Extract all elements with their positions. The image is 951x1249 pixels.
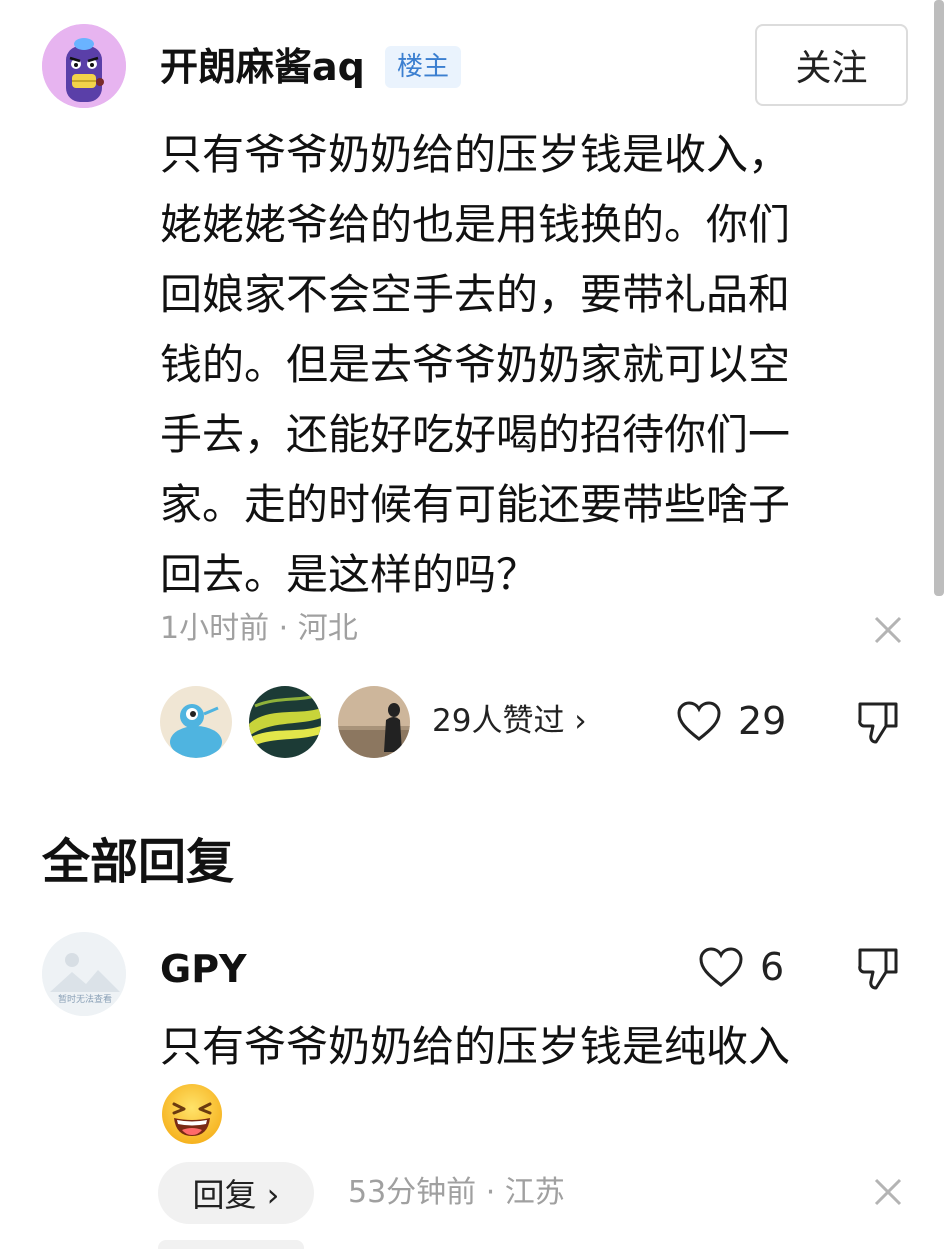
reply-author[interactable]: GPY [160, 950, 247, 988]
close-icon[interactable] [872, 614, 904, 646]
leaf-photo-icon [249, 686, 321, 758]
author-avatar[interactable] [42, 24, 126, 108]
follow-button[interactable]: 关注 [755, 24, 908, 106]
like-count: 29 [738, 699, 787, 743]
section-title: 全部回复 [42, 834, 235, 890]
reply-meta: 53分钟前 · 江苏 [348, 1175, 565, 1210]
avatar-placeholder-text: 暂时无法查看 [58, 995, 113, 1005]
reply-avatar[interactable]: 暂时无法查看 [42, 932, 126, 1016]
like-icon[interactable] [676, 700, 722, 742]
reply-like-count: 6 [760, 945, 785, 989]
post-body: 只有爷爷奶奶给的压岁钱是收入， 姥姥姥爷给的也是用钱换的。你们 回娘家不会空手去… [160, 130, 791, 599]
silhouette-photo-icon [338, 686, 410, 758]
reply-like-icon[interactable] [698, 946, 744, 988]
reply-dislike-icon[interactable] [856, 944, 902, 990]
liker-avatar[interactable] [338, 686, 410, 758]
liked-by-link[interactable]: 29人赞过 › [432, 706, 587, 737]
liker-avatar[interactable] [249, 686, 321, 758]
robot-avatar-icon [160, 686, 232, 758]
laughing-emoji-icon [160, 1082, 224, 1146]
reply-close-icon[interactable] [872, 1176, 904, 1208]
liker-avatar[interactable] [160, 686, 232, 758]
author-name[interactable]: 开朗麻酱aq [160, 48, 365, 86]
op-badge: 楼主 [385, 46, 462, 88]
reply-body: 只有爷爷奶奶给的压岁钱是纯收入 [160, 1022, 791, 1071]
post-meta: 1小时前 · 河北 [160, 611, 358, 646]
dislike-icon[interactable] [856, 698, 902, 744]
next-item-stub [158, 1240, 304, 1249]
reply-button[interactable]: 回复 › [158, 1162, 314, 1224]
scrollbar[interactable] [934, 0, 944, 596]
cartoon-avatar-icon [42, 24, 126, 108]
